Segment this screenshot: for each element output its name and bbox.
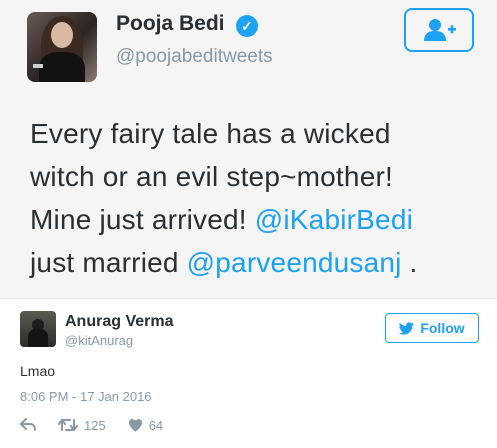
retweet-icon	[58, 419, 78, 431]
tweet-text: Lmao	[20, 363, 56, 379]
embedded-line: witch or an evil step~mother!	[30, 161, 393, 192]
tweet-timestamp[interactable]: 8:06 PM - 17 Jan 2016	[20, 389, 152, 404]
tweet-actions: 125 64	[20, 416, 163, 434]
embedded-line: Mine just arrived!	[30, 204, 255, 235]
reply-icon	[20, 418, 36, 431]
divider	[0, 298, 497, 299]
follow-button[interactable]: Follow	[385, 313, 479, 343]
user-handle[interactable]: @kitAnurag	[65, 333, 133, 348]
display-name[interactable]: Anurag Verma	[65, 313, 173, 331]
avatar[interactable]	[20, 311, 56, 347]
heart-icon	[128, 419, 142, 432]
embedded-tweet-text: Every fairy tale has a wicked witch or a…	[30, 112, 490, 284]
embedded-tweet-image: Pooja Bedi ✓ @poojabeditweets Every fair…	[0, 0, 497, 298]
reply-button[interactable]	[20, 418, 36, 432]
verified-icon: ✓	[236, 15, 258, 37]
embedded-avatar	[27, 12, 97, 82]
mention-ikabirbedi: @iKabirBedi	[254, 204, 414, 235]
retweet-button[interactable]: 125	[58, 418, 106, 433]
embedded-line: just married	[30, 247, 187, 278]
twitter-bird-icon	[399, 321, 415, 335]
mention-parveendusanj: @parveendusanj	[186, 247, 402, 278]
follow-label: Follow	[420, 320, 465, 336]
embedded-handle: @poojabeditweets	[116, 46, 273, 67]
add-user-icon	[424, 19, 456, 41]
embedded-display-name: Pooja Bedi	[116, 12, 225, 35]
like-count: 64	[148, 417, 164, 433]
like-button[interactable]: 64	[128, 418, 163, 433]
retweet-count: 125	[84, 417, 106, 433]
embedded-follow-button	[404, 8, 474, 52]
embedded-line: Every fairy tale has a wicked	[30, 118, 391, 149]
